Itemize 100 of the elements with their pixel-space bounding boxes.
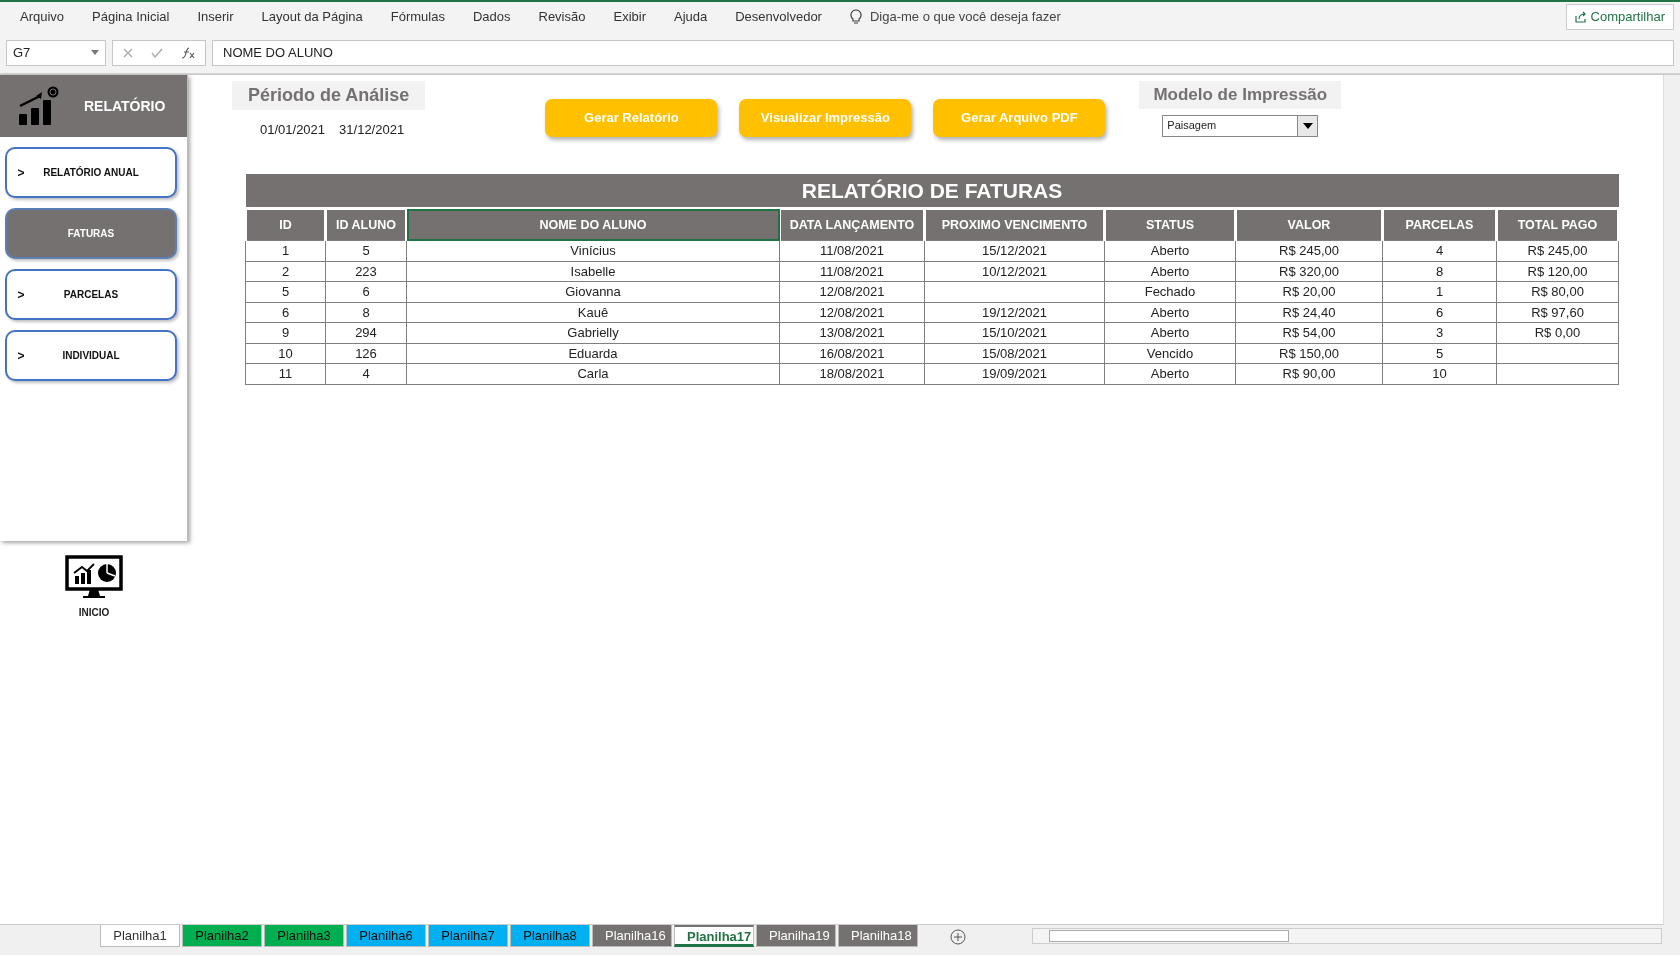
table-cell: R$ 245,00 — [1496, 240, 1619, 261]
start-date: 01/01/2021 — [260, 121, 326, 139]
table-cell: Gabrielly — [406, 322, 780, 343]
table-cell: R$ 150,00 — [1235, 343, 1383, 364]
table-cell: Aberto — [1104, 302, 1236, 323]
monitor-chart-icon[interactable] — [65, 555, 123, 599]
table-cell: Carla — [406, 363, 780, 384]
table-cell: 4 — [325, 363, 407, 384]
table-cell: 8 — [1382, 261, 1497, 282]
menu-tab[interactable]: Página Inicial — [78, 7, 184, 27]
menu-tab[interactable]: Ajuda — [660, 7, 722, 27]
table-cell: R$ 120,00 — [1496, 261, 1619, 282]
sheet-tab[interactable]: Planilha3 — [264, 925, 344, 947]
column-header[interactable]: VALOR — [1235, 208, 1383, 241]
table-cell: Fechado — [1104, 281, 1236, 302]
sheet-tab[interactable]: Planilha1 — [100, 925, 180, 947]
column-header[interactable]: PARCELAS — [1382, 208, 1497, 241]
sheet-tab[interactable]: Planilha17 — [674, 925, 754, 947]
lightbulb-icon — [849, 9, 862, 25]
table-cell: 19/09/2021 — [924, 363, 1105, 384]
table-cell: 11/08/2021 — [779, 240, 925, 261]
table-cell: 1 — [245, 240, 326, 261]
print-model-title: Modelo de Impressão — [1139, 81, 1342, 109]
table-cell: 13/08/2021 — [779, 322, 925, 343]
share-icon — [1574, 11, 1587, 23]
menu-tab[interactable]: Exibir — [599, 7, 660, 27]
table-cell: R$ 320,00 — [1235, 261, 1383, 282]
table-cell: 15/08/2021 — [924, 343, 1105, 364]
menu-tab[interactable]: Fórmulas — [376, 7, 459, 27]
table-cell: 6 — [325, 281, 407, 302]
table-cell: 9 — [245, 322, 326, 343]
sidebar-title: RELATÓRIO — [84, 96, 166, 116]
sidebar-button[interactable]: FATURAS — [5, 208, 177, 259]
table-cell: Eduarda — [406, 343, 780, 364]
table-cell: Kauê — [406, 302, 780, 323]
sheet-tab[interactable]: Planilha16 — [592, 925, 672, 947]
menu-tab[interactable]: Layout da Página — [247, 7, 377, 27]
menu-tab[interactable]: Arquivo — [6, 7, 79, 27]
tell-me-search[interactable]: Diga-me o que você deseja fazer — [869, 7, 1061, 27]
checkmark-icon[interactable] — [151, 47, 163, 58]
table-cell: Giovanna — [406, 281, 780, 302]
table-cell: 12/08/2021 — [779, 281, 925, 302]
sheet-tab[interactable]: Planilha8 — [510, 925, 590, 947]
sheet-tab[interactable]: Planilha19 — [756, 925, 836, 947]
dropdown-caret-icon[interactable] — [1302, 122, 1313, 129]
menu-tab[interactable]: Inserir — [183, 7, 248, 27]
column-header[interactable]: TOTAL PAGO — [1496, 208, 1619, 241]
table-cell: 11/08/2021 — [779, 261, 925, 282]
table-cell: 5 — [245, 281, 326, 302]
table-cell: R$ 24,40 — [1235, 302, 1383, 323]
column-header[interactable]: ID — [245, 208, 326, 241]
sidebar-button[interactable]: > PARCELAS — [5, 269, 177, 320]
table-cell: 12/08/2021 — [779, 302, 925, 323]
share-button[interactable]: Compartilhar — [1565, 4, 1674, 30]
table-cell: 16/08/2021 — [779, 343, 925, 364]
column-header[interactable]: PROXIMO VENCIMENTO — [924, 208, 1105, 241]
table-cell: 19/12/2021 — [924, 302, 1105, 323]
add-sheet-icon[interactable] — [950, 929, 966, 945]
table-cell: Vencido — [1104, 343, 1236, 364]
menu-tab[interactable]: Dados — [458, 7, 525, 27]
menu-tab[interactable]: Revisão — [524, 7, 600, 27]
column-header[interactable]: DATA LANÇAMENTO — [779, 208, 925, 241]
table-cell: 1 — [1382, 281, 1497, 302]
table-cell: 18/08/2021 — [779, 363, 925, 384]
table-title: RELATÓRIO DE FATURAS — [245, 173, 1619, 209]
sidebar-button[interactable]: > INDIVIDUAL — [5, 330, 177, 381]
table-cell: Aberto — [1104, 240, 1236, 261]
formula-field[interactable]: NOME DO ALUNO — [212, 39, 1674, 66]
sheet-tab[interactable]: Planilha6 — [346, 925, 426, 947]
menu-tab[interactable]: Desenvolvedor — [721, 7, 836, 27]
table-cell: R$ 0,00 — [1496, 322, 1619, 343]
table-cell: R$ 90,00 — [1235, 363, 1383, 384]
bar-chart-icon — [18, 86, 60, 126]
table-cell: 3 — [1382, 322, 1497, 343]
table-cell: Aberto — [1104, 363, 1236, 384]
table-cell: R$ 20,00 — [1235, 281, 1383, 302]
cancel-icon[interactable] — [123, 47, 133, 58]
table-cell: 223 — [325, 261, 407, 282]
period-title: Périodo de Análise — [232, 81, 426, 110]
print-model-dropdown[interactable]: Paisagem — [1162, 114, 1319, 137]
name-box[interactable]: G7 — [6, 39, 106, 66]
function-icon[interactable] — [181, 46, 195, 59]
table-cell: 15/10/2021 — [924, 322, 1105, 343]
sidebar-button[interactable]: > RELATÓRIO ANUAL — [5, 147, 177, 198]
table-cell: 8 — [325, 302, 407, 323]
table-cell: 2 — [245, 261, 326, 282]
end-date: 31/12/2021 — [339, 121, 405, 139]
table-cell: 5 — [1382, 343, 1497, 364]
table-cell: Aberto — [1104, 261, 1236, 282]
table-cell: 11 — [245, 363, 326, 384]
column-header[interactable]: NOME DO ALUNO — [406, 208, 780, 241]
column-header[interactable]: ID ALUNO — [325, 208, 407, 241]
home-label: INICIO — [78, 606, 110, 620]
table-cell: R$ 80,00 — [1496, 281, 1619, 302]
table-cell: 10 — [245, 343, 326, 364]
table-cell: 5 — [325, 240, 407, 261]
sheet-tab[interactable]: Planilha7 — [428, 925, 508, 947]
sheet-tab[interactable]: Planilha18 — [838, 925, 918, 947]
column-header[interactable]: STATUS — [1104, 208, 1236, 241]
sheet-tab[interactable]: Planilha2 — [182, 925, 262, 947]
